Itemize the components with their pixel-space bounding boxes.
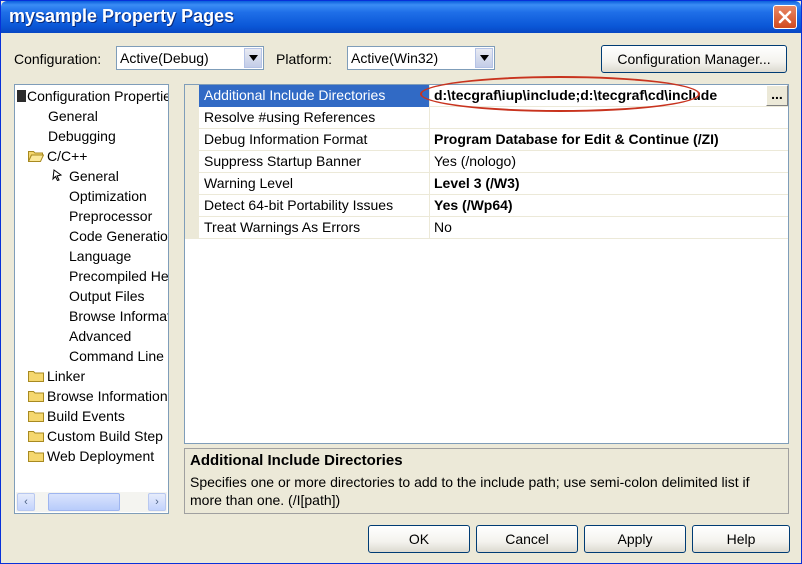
tree-item[interactable]: Browse Information <box>28 386 168 406</box>
tree-item-label: Debugging <box>48 128 116 144</box>
tree-item[interactable]: Language <box>69 246 131 266</box>
property-value[interactable]: No <box>431 217 788 239</box>
browse-ellipsis-button[interactable]: ... <box>766 85 788 106</box>
tree-item[interactable]: Advanced <box>69 326 131 346</box>
close-button[interactable] <box>773 5 797 29</box>
property-row[interactable]: Detect 64-bit Portability Issues Yes (/Wp… <box>199 195 788 217</box>
tree-item-label: General <box>48 108 98 124</box>
description-pane: Additional Include Directories Specifies… <box>184 448 789 514</box>
folder-icon <box>28 447 44 462</box>
ok-button[interactable]: OK <box>368 525 470 553</box>
scroll-thumb[interactable] <box>48 493 120 511</box>
description-text: Specifies one or more directories to add… <box>190 474 750 508</box>
folder-icon <box>28 427 44 442</box>
platform-value: Active(Win32) <box>351 50 439 66</box>
property-value[interactable] <box>431 107 788 129</box>
tree-horizontal-scrollbar[interactable]: ‹ › <box>16 492 167 512</box>
tree-item-label: Linker <box>47 368 86 384</box>
scroll-left-icon[interactable]: ‹ <box>17 493 35 511</box>
tree-item[interactable]: Build Events <box>28 406 125 426</box>
configuration-manager-button[interactable]: Configuration Manager... <box>601 45 787 73</box>
tree-item-label: Precompiled Headers <box>69 268 169 284</box>
tree-item[interactable]: General <box>51 166 119 186</box>
cancel-button[interactable]: Cancel <box>476 525 578 553</box>
open-folder-icon <box>27 147 45 162</box>
title-bar[interactable]: mysample Property Pages <box>1 1 801 33</box>
tree-item[interactable]: C/C++ <box>27 146 88 166</box>
property-row[interactable]: Resolve #using References <box>199 107 788 129</box>
property-value[interactable]: Yes (/nologo) <box>431 151 788 173</box>
tree-item-label: General <box>69 168 119 184</box>
property-name: Debug Information Format <box>199 129 430 151</box>
tree-item[interactable]: Optimization <box>69 186 147 206</box>
scroll-right-icon[interactable]: › <box>148 493 166 511</box>
tree-item-label: Optimization <box>69 188 147 204</box>
tree-item[interactable]: Command Line <box>69 346 164 366</box>
platform-combo[interactable]: Active(Win32) <box>347 46 495 70</box>
tree-item-label: Command Line <box>69 348 164 364</box>
tree-item-label: Preprocessor <box>69 208 153 224</box>
tree-item-label: Custom Build Step <box>47 428 163 444</box>
property-name: Additional Include Directories <box>199 85 430 107</box>
tree-item[interactable]: Precompiled Headers <box>69 266 169 286</box>
property-name: Suppress Startup Banner <box>199 151 430 173</box>
tree-item-label: Code Generation <box>69 228 169 244</box>
property-value[interactable]: Level 3 (/W3) <box>431 173 788 195</box>
window-title: mysample Property Pages <box>9 6 235 26</box>
platform-label: Platform: <box>276 51 333 67</box>
tree-item[interactable]: Linker <box>28 366 85 386</box>
tree-item-label: C/C++ <box>47 148 88 164</box>
chevron-down-icon[interactable] <box>244 48 262 68</box>
tree-item-label: Web Deployment <box>47 448 155 464</box>
tree-item[interactable]: Output Files <box>69 286 144 306</box>
tree-item[interactable]: Custom Build Step <box>28 426 163 446</box>
tree-item-label: Output Files <box>69 288 145 304</box>
tree-item-label: Configuration Properties <box>27 88 169 104</box>
property-row[interactable]: Debug Information Format Program Database… <box>199 129 788 151</box>
property-value[interactable]: d:\tecgraf\iup\include;d:\tecgraf\cd\inc… <box>431 85 764 107</box>
tree-item-label: Build Events <box>47 408 125 424</box>
property-row[interactable]: Warning Level Level 3 (/W3) <box>199 173 788 195</box>
tree-item-label: Advanced <box>69 328 132 344</box>
tree-item[interactable]: Preprocessor <box>69 206 152 226</box>
folder-icon <box>28 407 44 422</box>
tree-item[interactable]: Browse Information <box>69 306 169 326</box>
property-row[interactable]: Suppress Startup Banner Yes (/nologo) <box>199 151 788 173</box>
property-name: Resolve #using References <box>199 107 430 129</box>
grid-gutter <box>185 85 199 239</box>
help-button[interactable]: Help <box>692 525 790 553</box>
configuration-label: Configuration: <box>14 51 102 67</box>
property-row[interactable]: Additional Include Directories d:\tecgraf… <box>199 85 788 107</box>
tree-item-label: Browse Information <box>47 388 168 404</box>
pointer-arrow-icon <box>51 166 65 186</box>
chevron-down-icon[interactable] <box>475 48 493 68</box>
property-name: Warning Level <box>199 173 430 195</box>
tree-item[interactable]: General <box>48 106 98 126</box>
property-pages-dialog: mysample Property Pages Configuration: A… <box>0 0 802 564</box>
property-row[interactable]: Treat Warnings As Errors No <box>199 217 788 239</box>
folder-icon <box>28 367 44 382</box>
tree-item[interactable]: Debugging <box>48 126 116 146</box>
apply-button[interactable]: Apply <box>584 525 686 553</box>
property-tree[interactable]: Configuration Properties General Debugging… <box>14 84 169 514</box>
property-grid[interactable]: Additional Include Directories d:\tecgraf… <box>184 84 789 444</box>
folder-icon <box>28 387 44 402</box>
configuration-value: Active(Debug) <box>120 50 209 66</box>
property-value[interactable]: Yes (/Wp64) <box>431 195 788 217</box>
tree-item-label: Browse Information <box>69 308 169 324</box>
description-title: Additional Include Directories <box>190 452 403 469</box>
tree-root-marker-icon <box>17 90 26 102</box>
property-name: Detect 64-bit Portability Issues <box>199 195 430 217</box>
tree-item[interactable]: Configuration Properties <box>17 86 169 106</box>
configuration-combo[interactable]: Active(Debug) <box>116 46 264 70</box>
close-icon <box>778 10 792 24</box>
tree-item-label: Language <box>69 248 132 264</box>
tree-item[interactable]: Code Generation <box>69 226 169 246</box>
tree-item[interactable]: Web Deployment <box>28 446 154 466</box>
property-value[interactable]: Program Database for Edit & Continue (/Z… <box>431 129 788 151</box>
property-name: Treat Warnings As Errors <box>199 217 430 239</box>
